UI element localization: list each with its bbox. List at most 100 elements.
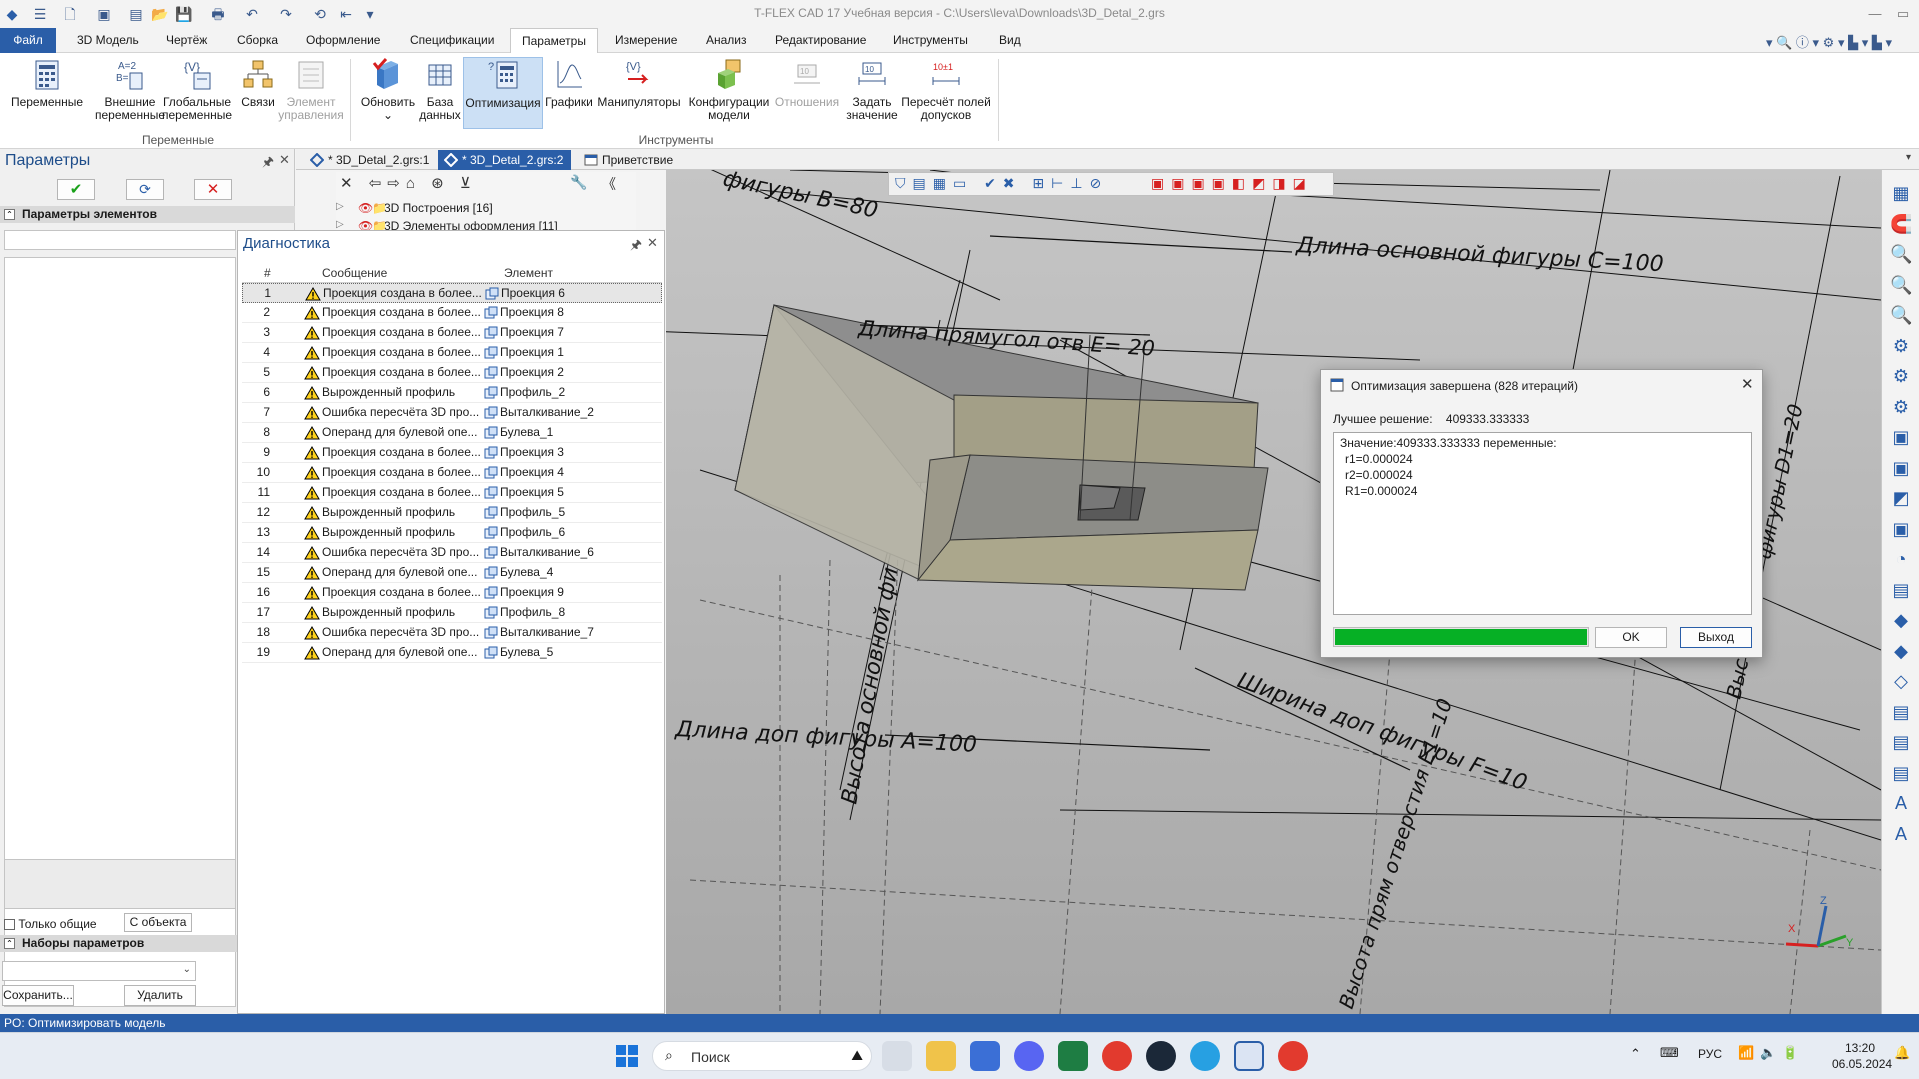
expand-icon[interactable]: ▷ xyxy=(336,219,344,230)
external-variables-button[interactable]: A=2 B= Внешние переменные xyxy=(92,57,168,122)
table-row[interactable]: 4 Проекция создана в более... Проекция 1 xyxy=(242,343,662,363)
exit-button[interactable]: Выход xyxy=(1680,627,1752,648)
table-row[interactable]: 18 Ошибка пересчёта 3D про... Выталкивание… xyxy=(242,623,662,643)
graphs-button[interactable]: Графики xyxy=(542,57,596,109)
table-row[interactable]: 14 Ошибка пересчёта 3D про... Выталкивание… xyxy=(242,543,662,563)
collapse-icon[interactable]: ⌃ xyxy=(4,209,15,220)
apply-button[interactable]: ✔ xyxy=(57,179,95,200)
tab-view[interactable]: Вид xyxy=(988,28,1032,53)
table-row[interactable]: 13 Вырожденный профиль Профиль_6 xyxy=(242,523,662,543)
search-box[interactable]: ⌕ Поиск ⛰ xyxy=(652,1041,872,1071)
tray-icons[interactable]: 📶🔈🔋 xyxy=(1738,1045,1805,1061)
model-configurations-button[interactable]: Конфигурации модели xyxy=(686,57,772,122)
only-common-checkbox[interactable] xyxy=(4,919,15,930)
update-button[interactable]: Обновить ⌄ xyxy=(356,57,420,122)
tray-chevron-icon[interactable]: ⌃ xyxy=(1630,1046,1641,1062)
view-filter-icons[interactable]: ⛉▤▦▭ ✔✖ ⊞⊢⊥⊘ xyxy=(895,175,1108,192)
cancel-button[interactable]: ✕ xyxy=(194,179,232,200)
table-row[interactable]: 1 Проекция создана в более... Проекция 6 xyxy=(242,283,662,303)
wrench-icon[interactable]: 🔧 xyxy=(570,174,587,191)
close-icon[interactable]: ✕ xyxy=(647,235,658,251)
close-icon[interactable]: ✕ xyxy=(1741,375,1754,393)
tab-design[interactable]: Оформление xyxy=(295,28,391,53)
elements-params-header[interactable]: ⌃ Параметры элементов xyxy=(0,206,295,223)
table-row[interactable]: 12 Вырожденный профиль Профиль_5 xyxy=(242,503,662,523)
control-element-button[interactable]: Элемент управления xyxy=(278,57,344,122)
table-row[interactable]: 5 Проекция создана в более... Проекция 2 xyxy=(242,363,662,383)
collapse-icon[interactable]: ⌃ xyxy=(4,938,15,949)
tab-file[interactable]: Файл xyxy=(0,28,56,53)
steam-icon[interactable] xyxy=(1146,1041,1176,1071)
pin-icon[interactable]: 🖈 xyxy=(630,236,642,258)
maximize-icon[interactable]: ▭ xyxy=(1890,4,1916,24)
tab-assembly[interactable]: Сборка xyxy=(226,28,289,53)
table-row[interactable]: 16 Проекция создана в более... Проекция 9 xyxy=(242,583,662,603)
tab-analysis[interactable]: Анализ xyxy=(695,28,758,53)
refresh-button[interactable]: ⟳ xyxy=(126,179,164,200)
keyboard-icon[interactable]: ⌨ xyxy=(1660,1045,1679,1061)
global-variables-button[interactable]: {V} Глобальные переменные xyxy=(160,57,234,122)
tree-item-3d-constructions[interactable]: ▷ 👁 📁 3D Построения [16] xyxy=(336,201,493,215)
col-num[interactable]: # xyxy=(264,263,271,283)
notifications-icon[interactable]: 🔔 xyxy=(1894,1045,1910,1061)
visibility-icon[interactable]: 👁 xyxy=(358,201,373,215)
tabs-overflow-icon[interactable]: ▾ xyxy=(1906,152,1911,163)
spreadsheet-icon[interactable] xyxy=(1058,1041,1088,1071)
variables-button[interactable]: Переменные xyxy=(8,57,86,109)
tflex-icon[interactable] xyxy=(1234,1041,1264,1071)
yandex-browser-icon[interactable] xyxy=(1102,1041,1132,1071)
tree-toolbar[interactable]: ✕ ⇦⇨⌂ ⊛ ⊻ xyxy=(340,174,634,192)
close-icon[interactable]: ✕ xyxy=(279,152,290,168)
minimize-icon[interactable]: — xyxy=(1862,4,1888,24)
table-row[interactable]: 6 Вырожденный профиль Профиль_2 xyxy=(242,383,662,403)
tab-edit[interactable]: Редактирование xyxy=(764,28,877,53)
from-object-button[interactable]: С объекта xyxy=(124,913,192,932)
table-row[interactable]: 15 Операнд для булевой опе... Булева_4 xyxy=(242,563,662,583)
ok-button[interactable]: OK xyxy=(1595,627,1667,648)
collapse-panel-icon[interactable]: 《 xyxy=(602,174,616,194)
links-button[interactable]: Связи xyxy=(234,57,282,109)
table-row[interactable]: 17 Вырожденный профиль Профиль_8 xyxy=(242,603,662,623)
tab-specifications[interactable]: Спецификации xyxy=(399,28,505,53)
table-row[interactable]: 7 Ошибка пересчёта 3D про... Выталкивание_… xyxy=(242,403,662,423)
save-set-button[interactable]: Сохранить... xyxy=(2,985,74,1006)
view-mode-icons[interactable]: ▣▣▣▣◧◩◨◪ xyxy=(1151,175,1313,192)
table-row[interactable]: 2 Проекция создана в более... Проекция 8 xyxy=(242,303,662,323)
tab-3d-model[interactable]: 3D Модель xyxy=(66,28,150,53)
results-textbox[interactable]: Значение:409333.333333 переменные: r1=0.… xyxy=(1333,432,1752,615)
tab-measure[interactable]: Измерение xyxy=(604,28,688,53)
table-row[interactable]: 3 Проекция создана в более... Проекция 7 xyxy=(242,323,662,343)
table-row[interactable]: 9 Проекция создана в более... Проекция 3 xyxy=(242,443,662,463)
filter-input[interactable] xyxy=(4,230,236,250)
task-view-icon[interactable] xyxy=(882,1041,912,1071)
manipulators-button[interactable]: {V} Манипуляторы xyxy=(596,57,682,109)
recalc-tolerances-button[interactable]: 10±1 Пересчёт полей допусков xyxy=(896,57,996,122)
expand-icon[interactable]: ▷ xyxy=(336,201,344,212)
telegram-icon[interactable] xyxy=(1190,1041,1220,1071)
delete-set-button[interactable]: Удалить xyxy=(124,985,196,1006)
yandex-icon[interactable] xyxy=(1278,1041,1308,1071)
tab-parameters[interactable]: Параметры xyxy=(510,28,598,54)
pin-icon[interactable]: 🖈 xyxy=(262,153,274,175)
col-element[interactable]: Элемент xyxy=(504,263,553,283)
table-row[interactable]: 10 Проекция создана в более... Проекция 4 xyxy=(242,463,662,483)
tab-welcome[interactable]: Приветствие xyxy=(578,150,681,170)
tab-doc-1[interactable]: * 3D_Detal_2.grs:1 xyxy=(304,150,437,170)
clock[interactable]: 13:20 06.05.2024 xyxy=(1832,1040,1892,1072)
help-tools[interactable]: ▾ 🔍 ⓘ ▾ ⚙ ▾ ▙ ▾ ▙ ▾ xyxy=(1766,32,1892,51)
table-row[interactable]: 19 Операнд для булевой опе... Булева_5 xyxy=(242,643,662,663)
table-row[interactable]: 8 Операнд для булевой опе... Булева_1 xyxy=(242,423,662,443)
language-indicator[interactable]: РУС xyxy=(1698,1047,1722,1061)
store-icon[interactable] xyxy=(970,1041,1000,1071)
explorer-icon[interactable] xyxy=(926,1041,956,1071)
tab-drawing[interactable]: Чертёж xyxy=(155,28,218,53)
col-message[interactable]: Сообщение xyxy=(322,263,387,283)
tab-tools[interactable]: Инструменты xyxy=(882,28,979,53)
start-button[interactable] xyxy=(612,1041,642,1071)
right-tool-icons[interactable]: ▦ 🧲 🔍 🔍 🔍 ⚙ ⚙ ⚙ ▣ ▣ ◩ ▣ ◔ ▤ ◆ ◆ ◇ ▤ ▤ ▤ A A xyxy=(1890,178,1912,849)
relations-button[interactable]: 10 Отношения xyxy=(772,57,842,109)
table-row[interactable]: 11 Проекция создана в более... Проекция 5 xyxy=(242,483,662,503)
tab-doc-2[interactable]: * 3D_Detal_2.grs:2 xyxy=(438,150,572,170)
discord-icon[interactable] xyxy=(1014,1041,1044,1071)
optimization-button[interactable]: ? Оптимизация xyxy=(463,57,543,129)
